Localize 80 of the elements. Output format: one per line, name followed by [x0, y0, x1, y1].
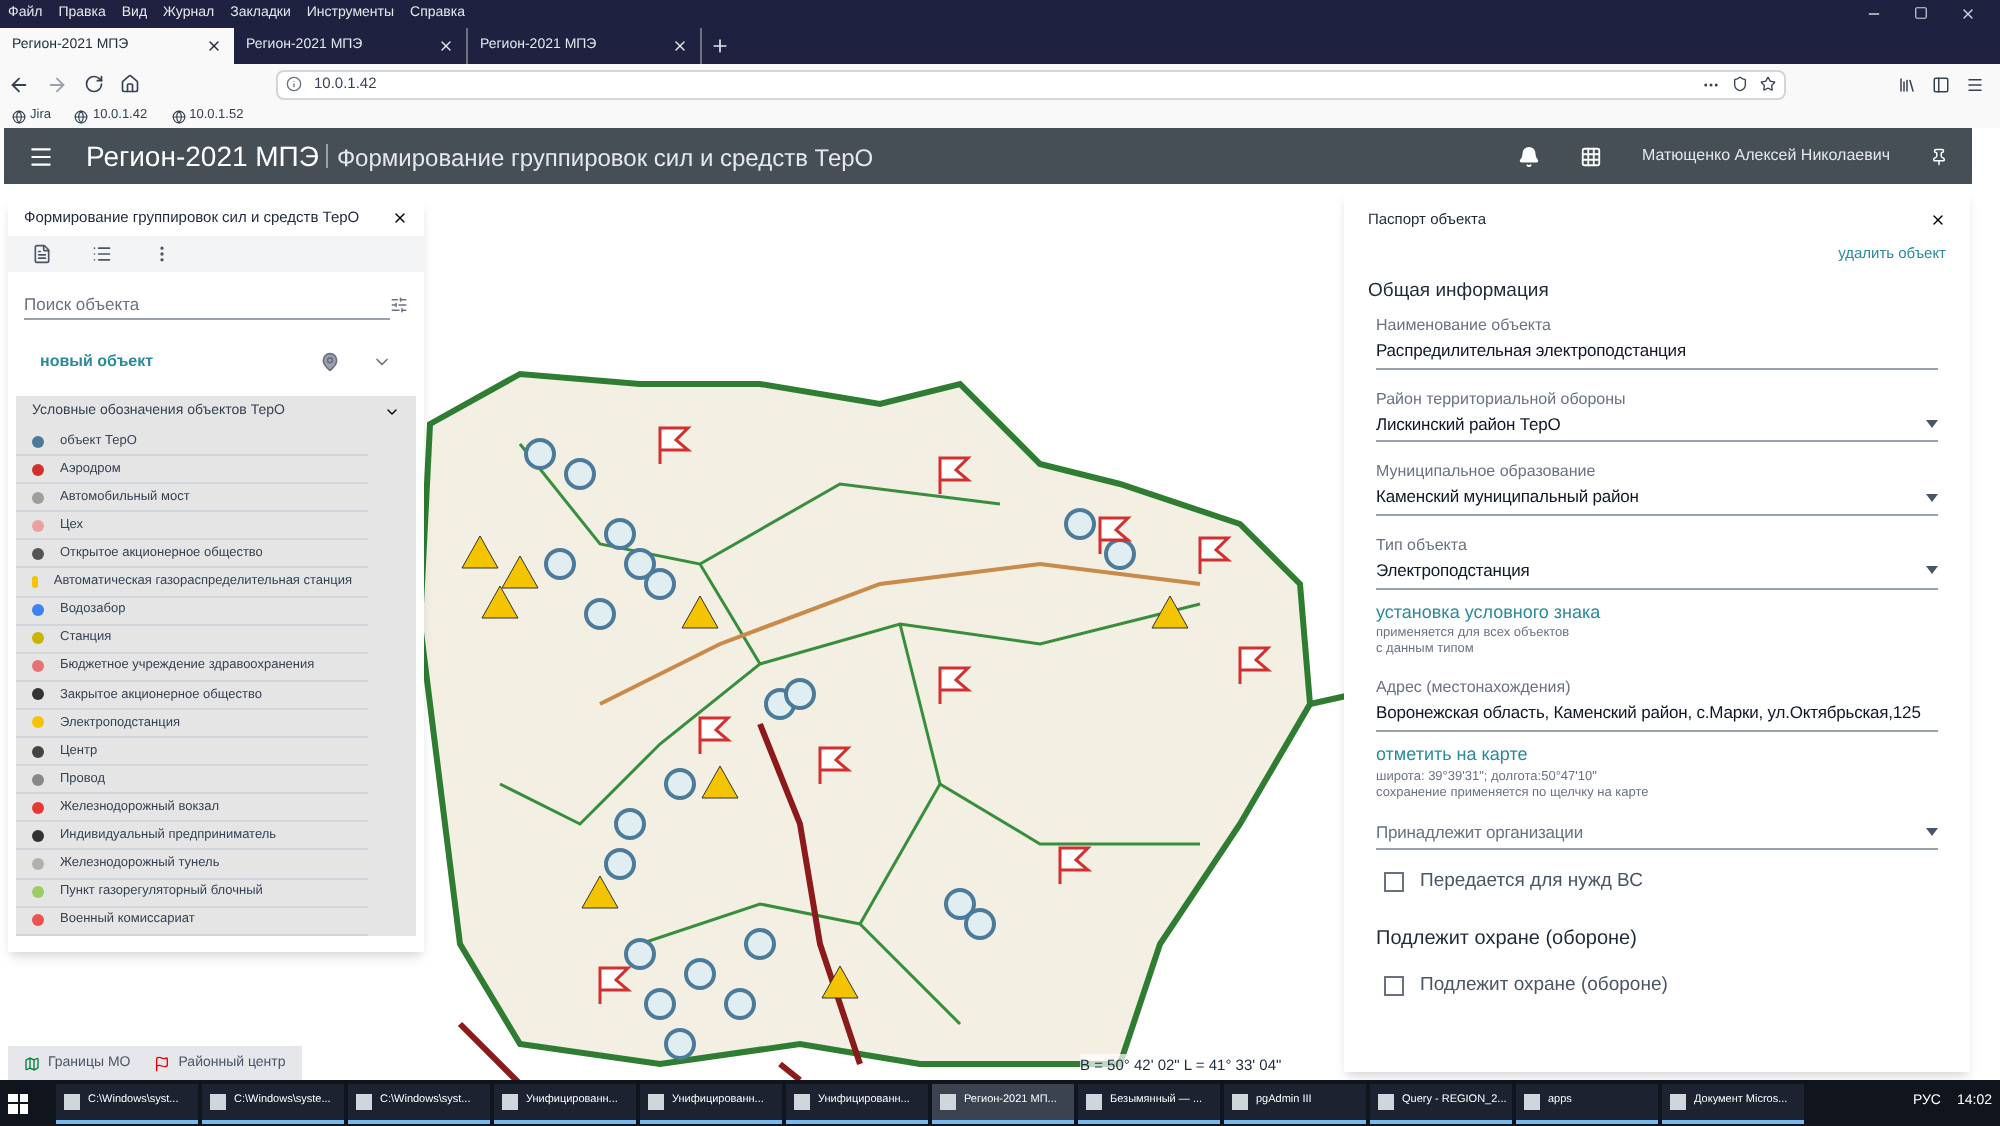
app-title: Регион-2021 МПЭ — [86, 137, 319, 175]
select-field[interactable]: Принадлежит организации — [1376, 811, 1938, 851]
bell-icon[interactable] — [1517, 145, 1540, 167]
close-icon[interactable] — [1930, 211, 1946, 228]
apps-grid-icon[interactable] — [1579, 145, 1602, 167]
new-object-link[interactable]: новый объект — [40, 350, 154, 374]
field-value: Распредилительная электроподстанция — [1376, 337, 1686, 363]
select-field[interactable]: Район территориальной обороны Лискинский район ТерО — [1376, 379, 1938, 443]
caret-icon — [1926, 419, 1938, 428]
checkbox[interactable] — [1384, 872, 1404, 893]
field-label: Район территориальной обороны — [1376, 387, 1628, 411]
info-icon — [286, 76, 302, 92]
checkbox[interactable] — [1384, 975, 1404, 996]
close-icon[interactable] — [392, 210, 408, 226]
menu-icon[interactable] — [1966, 75, 1984, 93]
start-icon[interactable] — [8, 1093, 28, 1113]
legend-icon — [32, 688, 44, 701]
globe-icon — [12, 109, 26, 123]
caret-icon — [1926, 566, 1938, 575]
checkbox-label: Подлежит охране (обороне) — [1420, 971, 1668, 999]
legend-icon — [32, 857, 44, 870]
legend-icon — [32, 491, 44, 504]
field-value: Воронежская область, Каменский район, с.Марки, ул.Октябрьская,125 — [1376, 700, 1921, 726]
legend-icon — [32, 745, 44, 758]
document-icon[interactable] — [32, 244, 52, 264]
legend-icon — [32, 660, 44, 673]
section-heading: Общая информация — [1368, 277, 1551, 305]
home-icon[interactable] — [120, 74, 140, 94]
legend-icon — [32, 829, 44, 842]
field-label: Тип объекта — [1376, 534, 1469, 558]
chevron-down-icon — [384, 404, 400, 420]
legend-icon — [32, 716, 44, 729]
legend-icon — [32, 632, 44, 645]
library-icon[interactable] — [1898, 75, 1916, 93]
checkbox-label: Передается для нужд ВС — [1420, 868, 1643, 897]
input-field[interactable]: Адрес (местонахождения) Воронежская область, Каменский район, с.Марки, ул.Октябрьская,125 — [1376, 668, 1938, 732]
new-tab-icon[interactable] — [710, 36, 730, 56]
flag-icon — [154, 1056, 171, 1072]
star-icon[interactable] — [1760, 76, 1776, 92]
field-placeholder: Принадлежит организации — [1376, 819, 1583, 845]
legend-icon — [32, 435, 44, 448]
list-icon[interactable] — [92, 244, 112, 264]
globe-icon — [171, 109, 186, 123]
pin-icon[interactable] — [1930, 147, 1948, 165]
legend-icon — [32, 801, 44, 814]
reload-icon[interactable] — [84, 74, 104, 94]
user-name[interactable]: Матющенко Алексей Николаевич — [1641, 144, 1890, 168]
select-field[interactable]: Муниципальное образование Каменский муниципальный район — [1376, 452, 1938, 516]
link[interactable]: установка условного знака — [1376, 599, 1601, 627]
page-title: Формирование группировок сил и средств ТерО — [336, 141, 874, 175]
input-field[interactable]: Наименование объекта Распредилительная электроподстанция — [1376, 305, 1938, 369]
legend-icon — [32, 576, 38, 589]
map-pin-icon[interactable] — [320, 352, 340, 372]
globe-icon — [74, 109, 89, 123]
caret-icon — [1926, 827, 1938, 836]
legend-icon — [32, 604, 44, 617]
close-icon[interactable] — [206, 38, 222, 54]
restore-icon[interactable] — [1914, 6, 1928, 20]
filter-icon[interactable] — [390, 295, 408, 313]
field-label: Адрес (местонахождения) — [1376, 676, 1573, 701]
select-field[interactable]: Тип объекта Электроподстанция — [1376, 526, 1938, 590]
legend-icon — [32, 463, 44, 476]
legend-icon — [32, 519, 44, 532]
legend-icon — [32, 773, 44, 786]
legend-icon — [32, 547, 44, 560]
sidebar-icon[interactable] — [1932, 75, 1950, 93]
field-label: Наименование объекта — [1376, 313, 1554, 338]
legend-icon — [32, 886, 44, 899]
link[interactable]: отметить на карте — [1376, 742, 1528, 769]
search-field[interactable]: Поиск объекта — [24, 288, 390, 320]
section-heading: Подлежит охране (обороне) — [1376, 925, 1639, 953]
field-label: Муниципальное образование — [1376, 460, 1598, 485]
map-icon — [24, 1056, 40, 1072]
legend-icon — [32, 914, 44, 927]
field-value: Каменский муниципальный район — [1376, 484, 1639, 510]
field-value: Лискинский район ТерО — [1376, 411, 1561, 437]
menu-icon[interactable] — [28, 143, 54, 169]
back-icon[interactable] — [8, 73, 30, 95]
caret-icon — [1926, 493, 1938, 502]
field-value: Электроподстанция — [1376, 558, 1530, 584]
